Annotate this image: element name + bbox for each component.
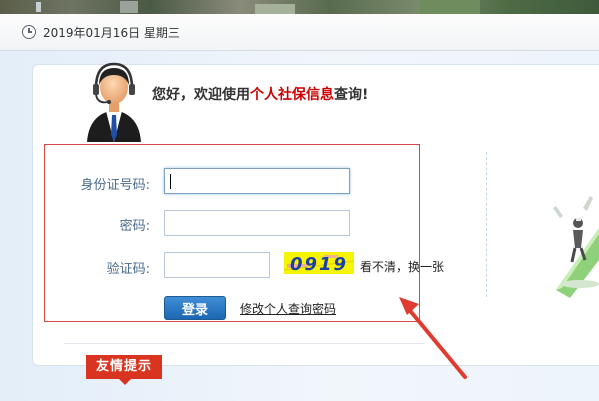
growth-illustration-icon <box>553 196 599 298</box>
login-button[interactable]: 登录 <box>164 296 226 320</box>
welcome-message: 您好，欢迎使用个人社保信息查询! <box>152 84 368 104</box>
clock-icon <box>22 25 36 39</box>
change-password-link[interactable]: 修改个人查询密码 <box>240 300 336 317</box>
date-bar: 2019年01月16日 星期三 <box>0 14 599 51</box>
id-number-label: 身份证号码: <box>80 178 150 193</box>
password-input[interactable] <box>164 210 350 236</box>
welcome-suffix: 查询! <box>334 87 369 103</box>
current-date: 2019年01月16日 星期三 <box>43 26 180 40</box>
text-caret <box>170 174 171 189</box>
password-label: 密码: <box>119 219 150 234</box>
captcha-input[interactable] <box>164 252 270 278</box>
id-number-input[interactable] <box>164 168 350 194</box>
header-banner-image <box>0 0 599 14</box>
welcome-highlight: 个人社保信息 <box>250 87 334 103</box>
welcome-prefix: 您好，欢迎使用 <box>152 87 250 103</box>
captcha-code: 0919 <box>290 254 348 274</box>
friendly-tips-tab: 友情提示 <box>86 355 162 385</box>
pointer-arrow-icon <box>399 297 467 379</box>
refresh-captcha-link[interactable]: 看不清，换一张 <box>360 258 444 275</box>
vertical-divider <box>486 152 487 297</box>
captcha-label: 验证码: <box>106 262 150 277</box>
tips-divider <box>64 343 424 344</box>
customer-service-avatar-icon <box>87 62 141 142</box>
captcha-image[interactable]: 0919 <box>284 252 354 274</box>
